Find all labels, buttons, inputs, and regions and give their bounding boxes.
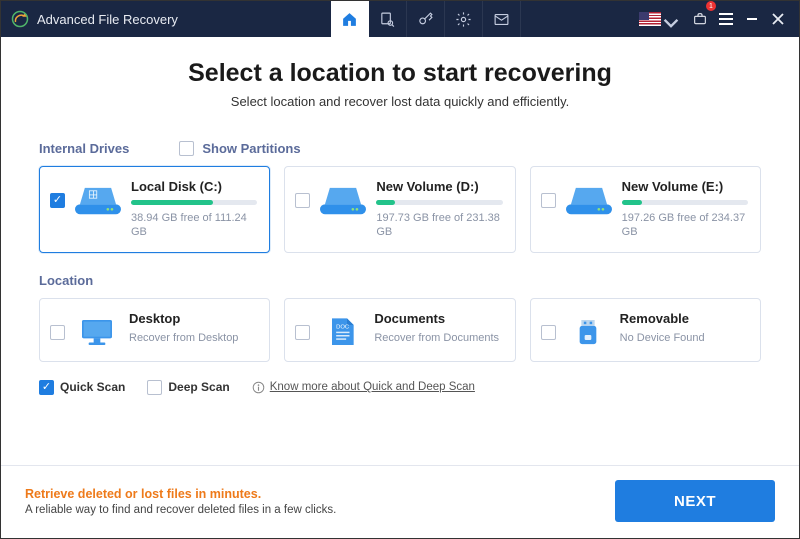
page-subtitle: Select location and recover lost data qu… [39,94,761,109]
titlebar: Advanced File Recovery [1,1,799,37]
section-location-label: Location [39,273,761,288]
home-tab[interactable] [331,1,369,37]
footer-text: Retrieve deleted or lost files in minute… [25,487,336,516]
minimize-icon [747,18,757,20]
drive-usage-fill [376,200,395,205]
section-drives-label: Internal Drives [39,141,129,156]
app-name: Advanced File Recovery [37,12,178,27]
footer: Retrieve deleted or lost files in minute… [1,465,799,538]
drive-subtext: 38.94 GB free of 111.24 GB [131,211,257,240]
location-documents-checkbox[interactable] [295,325,310,340]
location-card-documents[interactable]: DOC Documents Recover from Documents [284,298,515,362]
drive-title: New Volume (E:) [622,179,748,194]
page-title: Select a location to start recovering [39,59,761,88]
location-title: Removable [620,311,748,326]
drive-d-checkbox[interactable] [295,193,310,208]
documents-icon: DOC [322,315,362,349]
location-card-desktop[interactable]: Desktop Recover from Desktop [39,298,270,362]
offers-badge: 1 [706,1,716,11]
chevron-down-icon [663,15,671,23]
drive-card-c[interactable]: Local Disk (C:) 38.94 GB free of 111.24 … [39,166,270,253]
drive-subtext: 197.26 GB free of 234.37 GB [622,211,748,240]
show-partitions-checkbox[interactable] [179,141,194,156]
location-removable-checkbox[interactable] [541,325,556,340]
drive-c-checkbox[interactable] [50,193,65,208]
main-content: Select a location to start recovering Se… [1,37,799,465]
offers-button[interactable]: 1 [687,1,713,37]
drive-card-e[interactable]: New Volume (E:) 197.26 GB free of 234.37… [530,166,761,253]
location-subtext: Recover from Desktop [129,331,257,345]
drive-title: Local Disk (C:) [131,179,257,194]
close-icon [771,12,785,26]
flag-us-icon [639,12,661,26]
language-button[interactable] [637,1,687,37]
menu-button[interactable] [713,1,739,37]
drive-icon [75,183,121,217]
drive-title: New Volume (D:) [376,179,502,194]
location-subtext: Recover from Documents [374,331,502,345]
locations-list: Desktop Recover from Desktop DOC Documen… [39,298,761,362]
show-partitions-label: Show Partitions [202,141,300,156]
drive-card-d[interactable]: New Volume (D:) 197.73 GB free of 231.38… [284,166,515,253]
footer-subtext: A reliable way to find and recover delet… [25,504,336,516]
close-button[interactable] [765,1,791,37]
know-more-link[interactable]: Know more about Quick and Deep Scan [270,381,475,393]
location-card-removable[interactable]: Removable No Device Found [530,298,761,362]
quick-scan-checkbox[interactable] [39,380,54,395]
location-desktop-checkbox[interactable] [50,325,65,340]
usb-icon [568,315,608,349]
next-button[interactable]: NEXT [615,480,775,522]
scan-options: Quick Scan Deep Scan Know more about Qui… [39,380,761,395]
drive-icon [320,183,366,217]
location-subtext: No Device Found [620,331,748,345]
drives-list: Local Disk (C:) 38.94 GB free of 111.24 … [39,166,761,253]
deep-scan-checkbox[interactable] [147,380,162,395]
key-tab[interactable] [407,1,445,37]
drive-icon [566,183,612,217]
settings-tab[interactable] [445,1,483,37]
mail-tab[interactable] [483,1,521,37]
drive-usage-bar [376,200,502,205]
hamburger-icon [719,13,733,25]
minimize-button[interactable] [739,1,765,37]
info-icon [252,381,265,394]
window-controls: 1 [637,1,799,37]
deep-scan-label: Deep Scan [168,380,229,394]
file-search-tab[interactable] [369,1,407,37]
drive-usage-fill [131,200,213,205]
svg-text:DOC: DOC [336,324,349,330]
location-title: Desktop [129,311,257,326]
drives-header: Internal Drives Show Partitions [39,141,761,156]
app-window: Advanced File Recovery [0,0,800,539]
drive-usage-bar [131,200,257,205]
drive-usage-fill [622,200,642,205]
footer-headline: Retrieve deleted or lost files in minute… [25,487,336,501]
drive-usage-bar [622,200,748,205]
drive-subtext: 197.73 GB free of 231.38 GB [376,211,502,240]
quick-scan-label: Quick Scan [60,380,125,394]
location-title: Documents [374,311,502,326]
main-toolbar [331,1,521,37]
desktop-icon [77,315,117,349]
app-logo-icon [11,10,29,28]
drive-e-checkbox[interactable] [541,193,556,208]
